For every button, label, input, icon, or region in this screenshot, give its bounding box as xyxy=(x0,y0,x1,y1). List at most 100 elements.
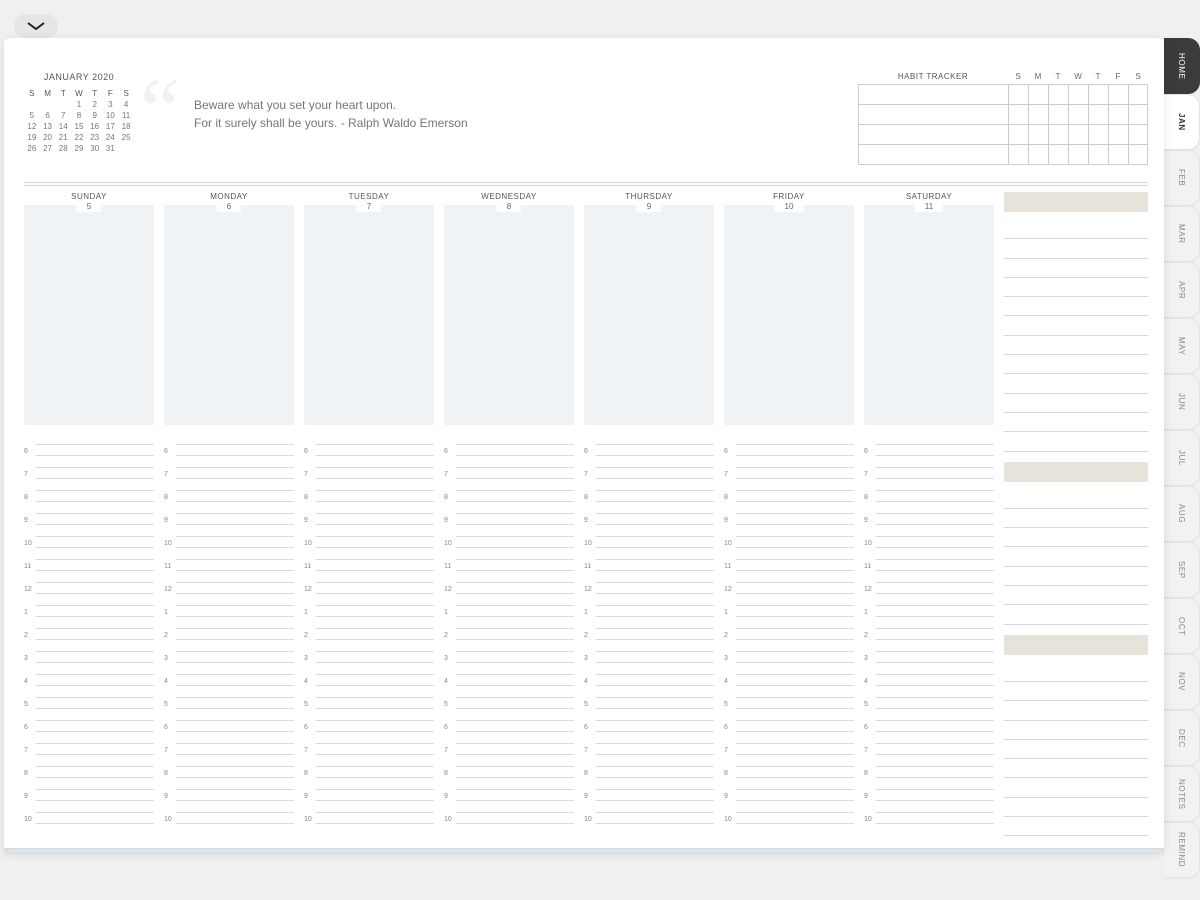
hour-row[interactable]: 11 xyxy=(584,548,714,571)
side-tab-mar[interactable]: MAR xyxy=(1164,206,1200,262)
habit-check-cell[interactable] xyxy=(1108,85,1128,105)
hour-row[interactable]: 6 xyxy=(24,433,154,456)
hour-row[interactable]: 5 xyxy=(164,686,294,709)
hour-row[interactable]: 2 xyxy=(304,617,434,640)
hour-row[interactable]: 7 xyxy=(724,732,854,755)
side-notes-line[interactable] xyxy=(1004,278,1148,297)
hour-row[interactable]: 11 xyxy=(444,548,574,571)
hour-row[interactable]: 1 xyxy=(724,594,854,617)
hour-row[interactable]: 8 xyxy=(304,755,434,778)
hour-row[interactable]: 10 xyxy=(864,801,994,824)
side-tab-oct[interactable]: OCT xyxy=(1164,598,1200,654)
habit-check-cell[interactable] xyxy=(1108,125,1128,145)
hour-row[interactable]: 2 xyxy=(164,617,294,640)
hour-row[interactable]: 8 xyxy=(24,479,154,502)
mini-cal-day[interactable]: 26 xyxy=(24,143,40,154)
hour-row[interactable]: 12 xyxy=(864,571,994,594)
habit-row[interactable] xyxy=(858,125,1148,145)
toolbar-handle[interactable] xyxy=(14,14,58,38)
hour-row[interactable]: 10 xyxy=(24,801,154,824)
side-tab-aug[interactable]: AUG xyxy=(1164,486,1200,542)
mini-cal-day[interactable]: 19 xyxy=(24,132,40,143)
hour-row[interactable]: 2 xyxy=(724,617,854,640)
habit-check-cell[interactable] xyxy=(1048,145,1068,165)
mini-cal-day[interactable]: 21 xyxy=(55,132,71,143)
hour-row[interactable]: 8 xyxy=(164,479,294,502)
habit-check-cell[interactable] xyxy=(1028,105,1048,125)
habit-check-cell[interactable] xyxy=(1128,125,1148,145)
habit-name-cell[interactable] xyxy=(858,85,1008,105)
hour-row[interactable]: 7 xyxy=(164,732,294,755)
hour-row[interactable]: 8 xyxy=(584,479,714,502)
hour-row[interactable]: 10 xyxy=(584,801,714,824)
hour-row[interactable]: 6 xyxy=(304,709,434,732)
hour-row[interactable]: 9 xyxy=(164,778,294,801)
side-notes-line[interactable] xyxy=(1004,259,1148,278)
hour-row[interactable]: 4 xyxy=(584,663,714,686)
mini-cal-day[interactable]: 30 xyxy=(87,143,103,154)
hour-row[interactable]: 1 xyxy=(584,594,714,617)
side-notes-header[interactable] xyxy=(1004,462,1148,482)
hour-row[interactable]: 8 xyxy=(724,479,854,502)
side-notes-header[interactable] xyxy=(1004,635,1148,655)
hour-row[interactable]: 10 xyxy=(164,525,294,548)
mini-cal-day[interactable]: 14 xyxy=(55,121,71,132)
hour-row[interactable]: 3 xyxy=(24,640,154,663)
mini-cal-day[interactable]: 7 xyxy=(55,110,71,121)
hour-row[interactable]: 6 xyxy=(444,433,574,456)
hour-row[interactable]: 4 xyxy=(24,663,154,686)
hour-row[interactable]: 5 xyxy=(864,686,994,709)
habit-check-cell[interactable] xyxy=(1008,85,1028,105)
hour-row[interactable]: 3 xyxy=(304,640,434,663)
mini-cal-day[interactable]: 12 xyxy=(24,121,40,132)
side-notes-line[interactable] xyxy=(1004,663,1148,682)
mini-cal-day[interactable]: 9 xyxy=(87,110,103,121)
mini-cal-day[interactable]: 24 xyxy=(103,132,119,143)
hour-row[interactable]: 10 xyxy=(444,525,574,548)
hour-row[interactable]: 6 xyxy=(24,709,154,732)
hour-row[interactable]: 9 xyxy=(864,502,994,525)
hour-row[interactable]: 10 xyxy=(164,801,294,824)
habit-check-cell[interactable] xyxy=(1048,85,1068,105)
side-notes-line[interactable] xyxy=(1004,374,1148,393)
hour-row[interactable]: 8 xyxy=(164,755,294,778)
hour-row[interactable]: 9 xyxy=(584,502,714,525)
hour-row[interactable]: 8 xyxy=(584,755,714,778)
mini-cal-day[interactable]: 15 xyxy=(71,121,87,132)
habit-check-cell[interactable] xyxy=(1068,125,1088,145)
hour-row[interactable]: 7 xyxy=(164,456,294,479)
day-notes-box[interactable]: 7 xyxy=(304,205,434,425)
side-notes-line[interactable] xyxy=(1004,759,1148,778)
mini-cal-day[interactable]: 13 xyxy=(40,121,56,132)
mini-cal-day[interactable]: 5 xyxy=(24,110,40,121)
hour-row[interactable]: 10 xyxy=(724,525,854,548)
habit-row[interactable] xyxy=(858,105,1148,125)
side-notes-line[interactable] xyxy=(1004,336,1148,355)
hour-row[interactable]: 9 xyxy=(444,502,574,525)
habit-check-cell[interactable] xyxy=(1108,105,1128,125)
hour-row[interactable]: 7 xyxy=(24,456,154,479)
hour-row[interactable]: 9 xyxy=(724,778,854,801)
habit-check-cell[interactable] xyxy=(1008,125,1028,145)
mini-cal-day[interactable]: 25 xyxy=(118,132,134,143)
side-tab-nov[interactable]: NOV xyxy=(1164,654,1200,710)
hour-row[interactable]: 7 xyxy=(864,732,994,755)
habit-name-cell[interactable] xyxy=(858,145,1008,165)
hour-row[interactable]: 6 xyxy=(164,433,294,456)
habit-row[interactable] xyxy=(858,85,1148,105)
hour-row[interactable]: 7 xyxy=(864,456,994,479)
habit-check-cell[interactable] xyxy=(1088,145,1108,165)
hour-row[interactable]: 5 xyxy=(304,686,434,709)
hour-row[interactable]: 8 xyxy=(304,479,434,502)
habit-check-cell[interactable] xyxy=(1088,105,1108,125)
mini-cal-day[interactable]: 8 xyxy=(71,110,87,121)
side-notes-line[interactable] xyxy=(1004,778,1148,797)
side-tab-remind[interactable]: REMIND xyxy=(1164,822,1200,878)
hour-row[interactable]: 10 xyxy=(584,525,714,548)
side-notes-line[interactable] xyxy=(1004,817,1148,836)
hour-row[interactable]: 8 xyxy=(864,479,994,502)
side-notes-line[interactable] xyxy=(1004,547,1148,566)
hour-row[interactable]: 7 xyxy=(724,456,854,479)
hour-row[interactable]: 9 xyxy=(164,502,294,525)
hour-row[interactable]: 8 xyxy=(444,755,574,778)
